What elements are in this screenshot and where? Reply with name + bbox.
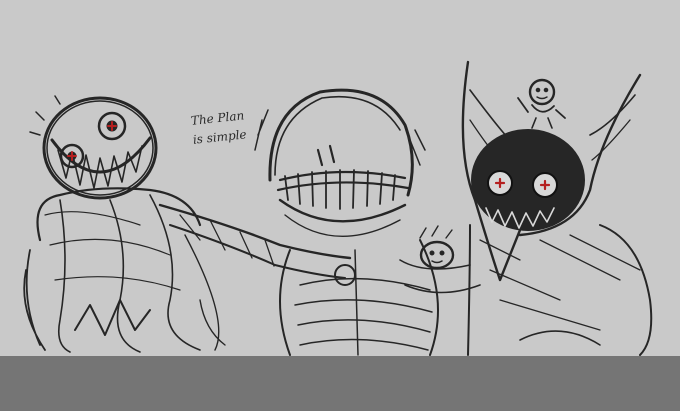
horned-dark-creature bbox=[461, 60, 653, 356]
sketch-drawing bbox=[23, 60, 653, 356]
small-figure-on-head bbox=[517, 78, 566, 129]
bottom-band bbox=[0, 356, 680, 411]
sketch-canvas: The Plan is simple bbox=[0, 0, 680, 411]
small-figure-held bbox=[399, 225, 481, 294]
